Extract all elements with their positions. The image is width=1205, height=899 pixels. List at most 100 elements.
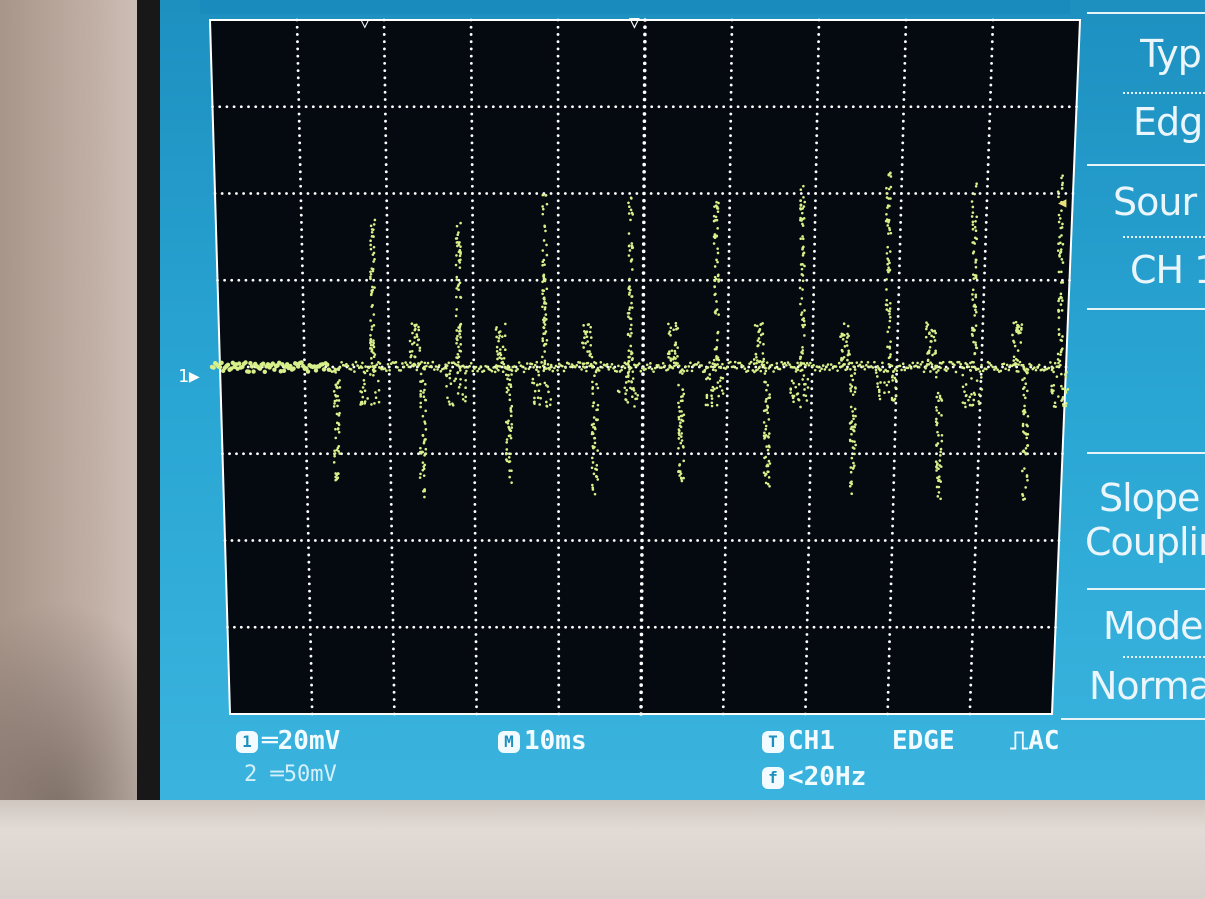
trace-sample xyxy=(768,484,771,488)
trace-sample xyxy=(505,438,509,441)
grid-dot xyxy=(904,25,908,29)
grid-dot xyxy=(390,553,394,557)
trace-sample xyxy=(431,360,435,364)
trace-sample xyxy=(853,407,857,411)
trace-sample xyxy=(585,361,589,365)
grid-dot xyxy=(1033,625,1037,629)
trigger-mode-label[interactable]: Mode xyxy=(1103,604,1205,648)
trace-sample xyxy=(935,395,939,399)
trace-sample xyxy=(680,479,684,483)
grid-dot xyxy=(809,416,813,420)
grid-dot xyxy=(427,105,430,109)
trace-sample xyxy=(627,311,631,315)
grid-dot xyxy=(946,539,950,542)
trigger-type-value[interactable]: Edg xyxy=(1133,100,1205,144)
grid-dot xyxy=(943,625,947,629)
grid-dot xyxy=(691,278,695,282)
trace-sample xyxy=(677,405,681,409)
grid-dot xyxy=(808,502,811,506)
grid-dot xyxy=(469,25,473,29)
grid-dot xyxy=(1005,452,1008,456)
trace-sample xyxy=(1024,446,1028,450)
grid-dot xyxy=(988,539,991,542)
time-center-marker[interactable]: ▽ xyxy=(629,14,640,32)
trigger-level-marker[interactable]: ◀ xyxy=(1058,194,1066,212)
grid-dot xyxy=(237,278,241,282)
trace-sample xyxy=(889,231,893,235)
trace-sample xyxy=(533,402,536,405)
trigger-slope-label[interactable]: Slope xyxy=(1099,476,1205,520)
grid-dot xyxy=(642,162,646,167)
grid-dot xyxy=(392,669,396,673)
grid-dot xyxy=(894,416,897,420)
trace-sample xyxy=(670,349,674,352)
grid-dot xyxy=(901,148,904,152)
trace-sample xyxy=(476,369,479,373)
grid-dot xyxy=(379,278,383,282)
grid-dot xyxy=(640,473,645,478)
trigger-coupling-label[interactable]: Couplir xyxy=(1085,520,1205,564)
trace-sample xyxy=(873,360,876,364)
grid-dot xyxy=(384,119,387,123)
grid-dot xyxy=(814,539,818,542)
grid-dot xyxy=(369,105,373,109)
trigger-source-label[interactable]: Sour xyxy=(1113,180,1205,224)
trace-sample xyxy=(798,364,802,367)
trace-sample xyxy=(846,336,849,339)
trigger-position-marker[interactable]: ▽ xyxy=(360,14,370,32)
grid-dot xyxy=(474,589,478,593)
grid-dot xyxy=(529,539,533,542)
trace-sample xyxy=(885,192,889,195)
trace-sample xyxy=(803,200,807,204)
trace-sample xyxy=(858,363,862,367)
trace-sample xyxy=(507,419,510,423)
trace-sample xyxy=(1060,226,1064,229)
channel-1-marker-label: 1 xyxy=(178,366,189,387)
trigger-mode-value[interactable]: Norma xyxy=(1089,664,1205,708)
trace-sample xyxy=(373,402,376,405)
trace-sample xyxy=(451,404,455,407)
grid-dot xyxy=(641,336,645,340)
trace-sample xyxy=(866,360,870,364)
trace-sample xyxy=(714,215,718,219)
trigger-source-value[interactable]: CH 1 xyxy=(1130,248,1205,292)
grid-dot xyxy=(233,625,236,629)
trace-sample xyxy=(599,360,603,364)
trace-sample xyxy=(627,254,631,257)
trace-sample xyxy=(853,368,857,371)
grid-dot xyxy=(391,611,395,615)
grid-dot xyxy=(383,90,387,94)
trace-sample xyxy=(372,223,376,226)
grid-dot xyxy=(960,539,964,542)
grid-dot xyxy=(470,177,474,181)
trace-sample xyxy=(609,365,612,369)
trace-sample xyxy=(541,193,545,197)
grid-dot xyxy=(506,192,510,195)
trace-sample xyxy=(878,397,882,401)
grid-dot xyxy=(682,539,686,542)
grid-dot xyxy=(728,206,732,210)
grid-dot xyxy=(304,408,307,412)
trace-sample xyxy=(456,334,459,338)
grid-dot xyxy=(805,654,808,658)
trace-sample xyxy=(337,472,340,475)
trace-sample xyxy=(649,362,652,365)
grid-dot xyxy=(513,192,517,195)
grid-dot xyxy=(292,192,296,195)
grid-dot xyxy=(305,481,309,485)
trace-sample xyxy=(359,403,362,406)
trace-sample xyxy=(761,352,765,355)
grid-dot xyxy=(392,683,396,687)
trace-sample xyxy=(849,470,853,474)
trace-sample xyxy=(1060,348,1063,352)
trace-sample xyxy=(429,364,433,368)
grid-dot xyxy=(874,625,878,629)
trace-sample xyxy=(538,403,541,406)
grid-dot xyxy=(986,184,989,188)
trace-sample xyxy=(849,389,853,393)
grid-dot xyxy=(235,452,238,456)
trigger-type-label[interactable]: Typ xyxy=(1140,32,1205,76)
channel-1-marker[interactable]: 1▶ xyxy=(178,368,200,386)
grid-dot xyxy=(407,278,411,282)
grid-dot xyxy=(963,452,966,456)
